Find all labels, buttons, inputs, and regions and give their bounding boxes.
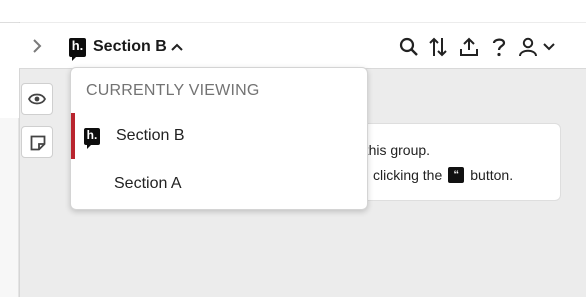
hypothesis-logo-icon: h. xyxy=(69,37,86,61)
chevron-right-icon[interactable] xyxy=(29,36,45,56)
hypothesis-logo-icon: h. xyxy=(84,127,100,149)
group-menu-item-label: Section A xyxy=(114,175,182,192)
group-menu-item-section-b[interactable]: h. Section B xyxy=(71,113,367,159)
page-edge-strip xyxy=(0,118,19,297)
chevron-up-icon xyxy=(171,41,183,53)
eye-icon xyxy=(28,91,46,107)
help-icon[interactable] xyxy=(489,35,509,59)
page-notes-button[interactable] xyxy=(21,126,53,158)
sidebar-toolbar: h. Section B xyxy=(19,23,586,69)
current-group-name: Section B xyxy=(93,38,167,55)
group-menu-item-section-a[interactable]: Section A xyxy=(71,161,367,207)
empty-state-line-2: clicking the “ button. xyxy=(373,167,514,183)
dropdown-heading: CURRENTLY VIEWING xyxy=(86,82,260,99)
show-annotations-button[interactable] xyxy=(21,83,53,115)
share-icon[interactable] xyxy=(457,35,481,59)
user-icon[interactable] xyxy=(516,35,540,59)
search-icon[interactable] xyxy=(398,35,420,59)
chevron-down-icon[interactable] xyxy=(542,35,556,59)
group-selector-button[interactable]: h. Section B xyxy=(69,35,183,61)
group-dropdown-menu: CURRENTLY VIEWING h. Section B Section A xyxy=(70,67,368,210)
note-icon xyxy=(29,134,46,151)
annotate-icon: “ xyxy=(448,167,465,183)
group-menu-item-label: Section B xyxy=(116,127,185,144)
sort-icon[interactable] xyxy=(427,35,449,59)
